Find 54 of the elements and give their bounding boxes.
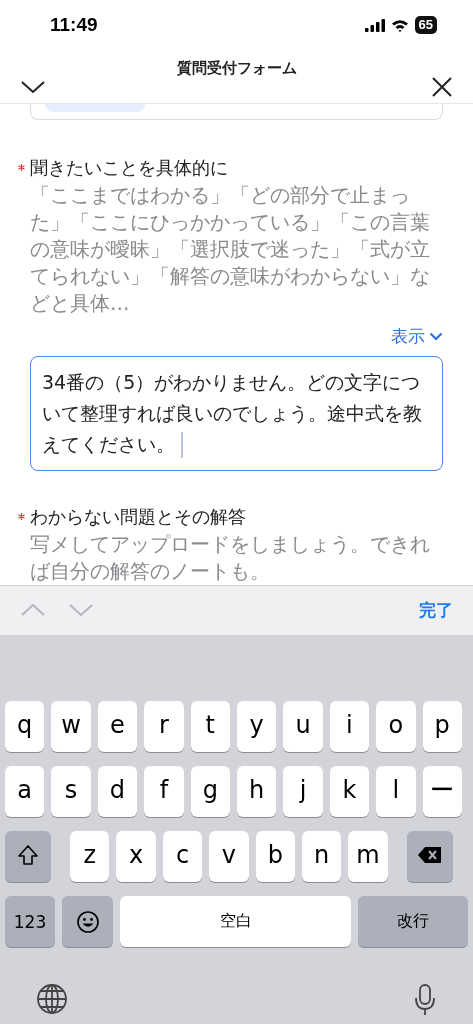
field-hint: 写メしてアップロードをしましょう。できれば自分の解答のノートも。 (30, 531, 431, 585)
signal-icon (364, 18, 385, 32)
keyboard-key[interactable]: c (162, 831, 203, 883)
keyboard-key[interactable]: z (70, 831, 110, 883)
keyboard-key[interactable]: j (283, 766, 323, 818)
keyboard-key[interactable]: p (422, 701, 462, 753)
previous-field-icon[interactable] (20, 603, 46, 618)
keyboard-key[interactable]: a (5, 766, 45, 818)
keyboard-key[interactable]: q (5, 701, 45, 753)
delete-key[interactable] (406, 831, 453, 883)
field-label: わからない問題とその解答 (30, 504, 247, 529)
close-button[interactable] (431, 75, 453, 98)
collapse-button[interactable] (20, 78, 46, 95)
keyboard-key[interactable]: e (97, 701, 138, 753)
keyboard-key[interactable]: g (190, 766, 230, 818)
keyboard-key[interactable]: ー (422, 766, 462, 818)
next-field-icon[interactable] (68, 603, 94, 618)
answer-box[interactable]: 34番の（5）がわかりません。どの文字について整理すれば良いのでしょう。途中式を教えてください。 (30, 355, 443, 471)
form-title: 質問受付フォーム (176, 58, 297, 78)
keyboard-key[interactable]: w (51, 701, 91, 753)
emoji-icon (75, 909, 100, 934)
chevron-down-icon (429, 331, 443, 341)
backspace-icon (416, 844, 443, 865)
keyboard-key[interactable]: d (97, 766, 138, 818)
numbers-key[interactable]: 123 (5, 896, 55, 948)
keyboard-key[interactable]: i (329, 701, 370, 753)
return-key[interactable]: 改行 (358, 896, 468, 948)
battery-level: 65 (414, 16, 437, 35)
keyboard-key[interactable]: u (283, 701, 323, 753)
field-hint: 「ここまではわかる」「どの部分で止まった」「ここにひっかかっている」「この言葉の意味が曖昧」「選択肢で迷った」「式が立てられない」「解答の意味がわからない」などと具体… (30, 182, 431, 317)
keyboard-key[interactable]: l (376, 766, 416, 818)
show-more-link[interactable]: 表示 (391, 324, 443, 348)
keyboard-key[interactable]: b (255, 831, 295, 883)
keyboard-key[interactable]: h (236, 766, 277, 818)
keyboard-key[interactable]: t (190, 701, 230, 753)
shift-key[interactable] (5, 831, 51, 883)
keyboard-key[interactable]: n (301, 831, 342, 883)
keyboard-key[interactable]: m (348, 831, 388, 883)
keyboard-key[interactable]: o (376, 701, 416, 753)
shift-arrow-icon (17, 843, 39, 866)
keyboard-key[interactable]: s (51, 766, 91, 818)
status-time: 11:49 (50, 14, 98, 37)
keyboard-key[interactable]: v (209, 831, 249, 883)
emoji-key[interactable] (62, 896, 113, 948)
space-key[interactable]: 空白 (120, 896, 351, 948)
wifi-icon (390, 18, 409, 32)
keyboard-key[interactable]: y (236, 701, 277, 753)
keyboard-key[interactable]: f (144, 766, 184, 818)
done-button[interactable]: 完了 (419, 599, 453, 622)
keyboard-key[interactable]: x (116, 831, 156, 883)
keyboard-key[interactable]: r (144, 701, 184, 753)
field-label: 聞きたいことを具体的に (30, 155, 229, 180)
microphone-icon[interactable] (413, 983, 437, 1018)
keyboard-key[interactable]: k (329, 766, 370, 818)
